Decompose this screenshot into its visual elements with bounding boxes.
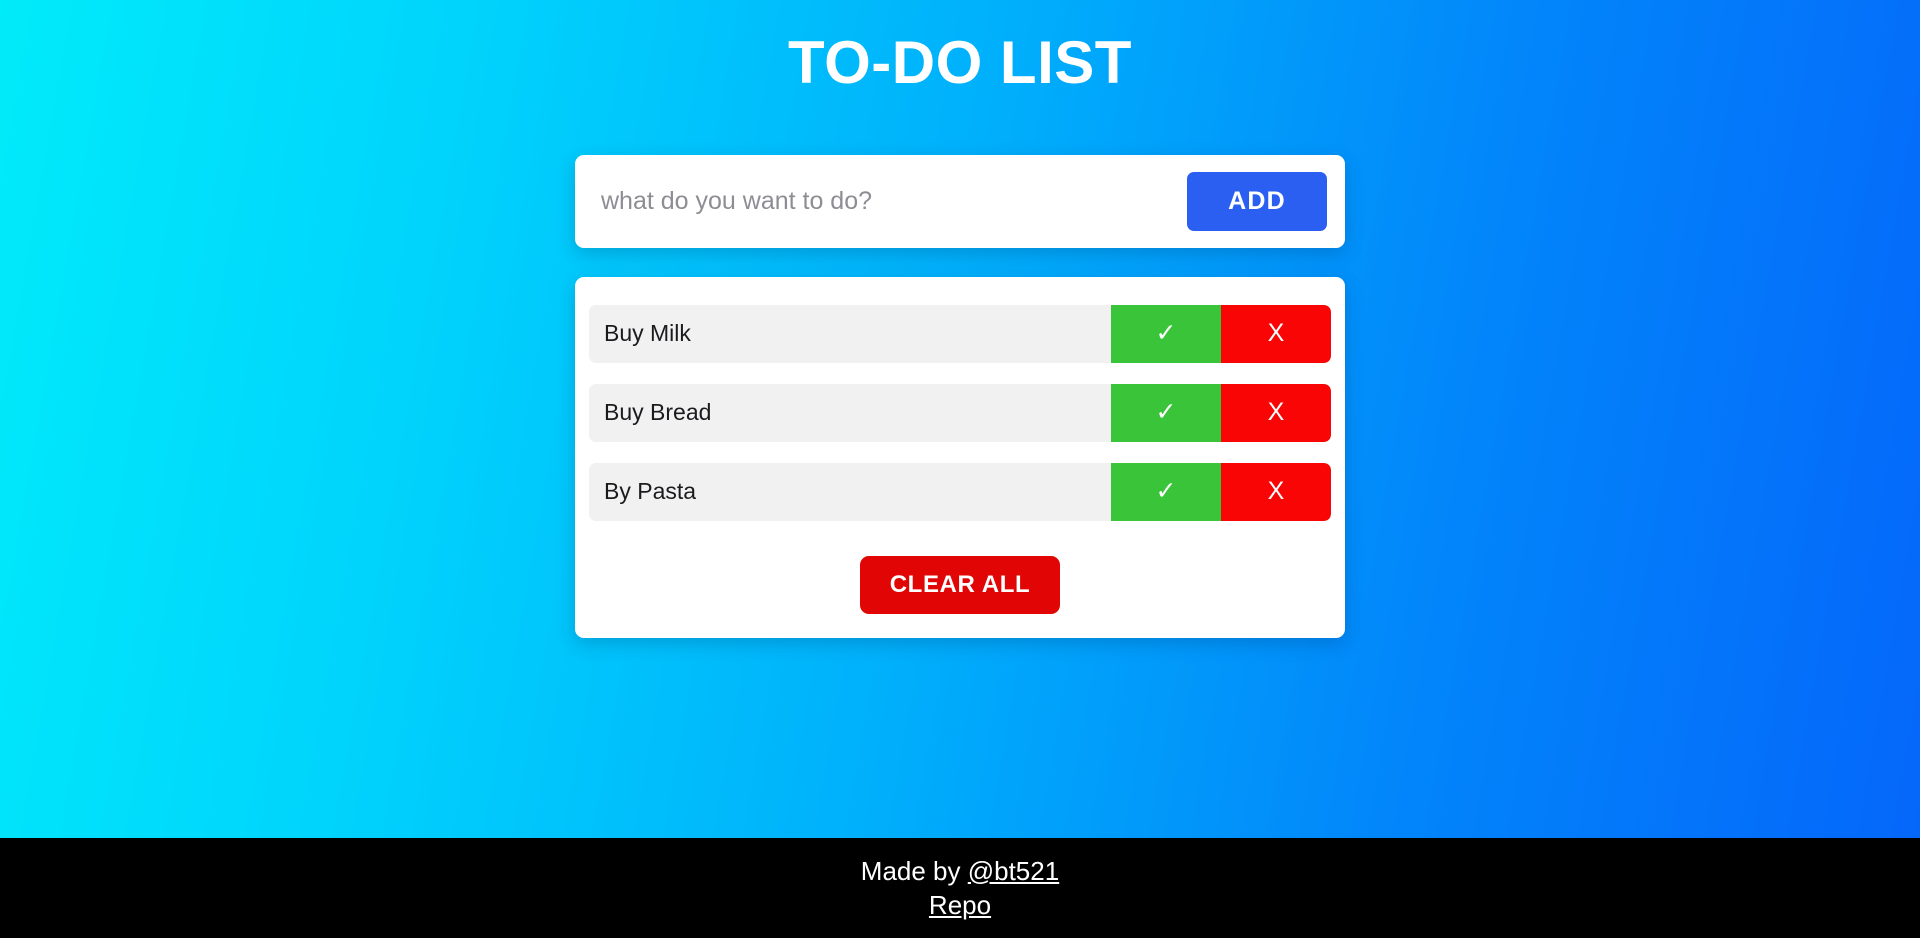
clear-all-container: CLEAR ALL <box>589 555 1331 614</box>
todo-item-label: Buy Bread <box>589 383 1111 442</box>
todo-list-card: Buy Milk ✓ X Buy Bread ✓ X By Pasta ✓ X … <box>575 276 1345 638</box>
todo-item-label: Buy Milk <box>589 304 1111 363</box>
repo-link[interactable]: Repo <box>929 890 991 920</box>
author-link[interactable]: @bt521 <box>968 856 1059 886</box>
close-icon[interactable]: X <box>1221 462 1331 521</box>
check-icon[interactable]: ✓ <box>1111 304 1221 363</box>
todo-item-label: By Pasta <box>589 462 1111 521</box>
footer-repo-line: Repo <box>929 890 991 921</box>
new-todo-input[interactable] <box>575 171 1187 232</box>
todo-row: Buy Milk ✓ X <box>589 304 1331 363</box>
add-todo-button[interactable]: ADD <box>1187 171 1327 231</box>
footer-made-by-text: Made by <box>860 855 968 886</box>
close-icon[interactable]: X <box>1221 383 1331 442</box>
clear-all-button[interactable]: CLEAR ALL <box>859 555 1061 614</box>
add-todo-card: ADD <box>575 154 1345 248</box>
todo-row: Buy Bread ✓ X <box>589 383 1331 442</box>
page-title: TO-DO LIST <box>788 29 1132 96</box>
page-footer: Made by @bt521 Repo <box>0 838 1920 938</box>
check-icon[interactable]: ✓ <box>1111 383 1221 442</box>
check-icon[interactable]: ✓ <box>1111 462 1221 521</box>
footer-credit-line: Made by @bt521 <box>861 856 1059 887</box>
page-root: TO-DO LIST ADD Buy Milk ✓ X Buy Bread ✓ … <box>0 0 1920 838</box>
todo-row: By Pasta ✓ X <box>589 462 1331 521</box>
close-icon[interactable]: X <box>1221 304 1331 363</box>
